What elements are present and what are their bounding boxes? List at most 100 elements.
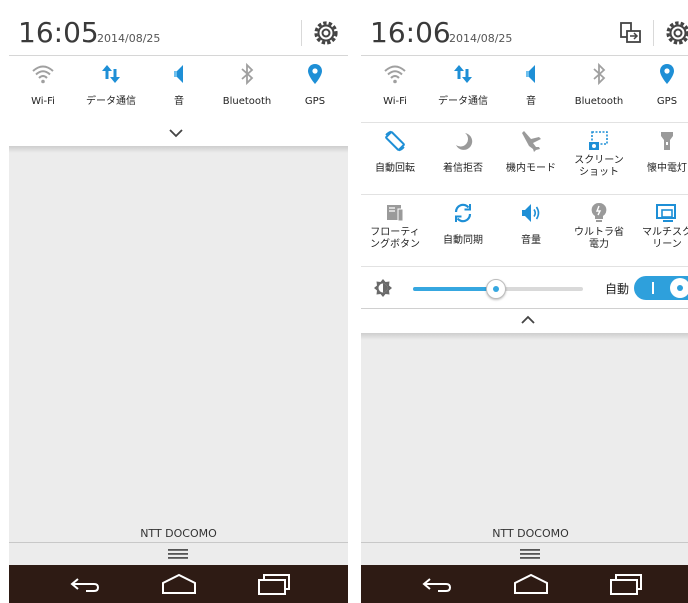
toggle-knob [670,278,688,298]
tile-multi-screen[interactable]: マルチスク リーン [633,195,688,266]
wifi-icon [32,65,54,84]
tile-label: マルチスク リーン [642,227,688,250]
tile-gps[interactable]: GPS [633,56,688,127]
panel-shadow [361,334,688,340]
toggle-row: フローティ ングボタン 自動同期 音量 ウルトラ省 電力 マルチスク リーン [361,195,688,267]
tile-screenshot[interactable]: スクリーン ショット [565,123,633,194]
gps-icon [308,64,322,84]
tile-wifi[interactable]: Wi-Fi [361,56,429,127]
tile-label: 音 [174,96,184,107]
tile-label: フローティ ングボタン [370,227,420,250]
status-header: 16:05 2014/08/25 [9,10,348,56]
quick-settings-grid: Wi-Fi データ通信 音 Bluetooth [361,56,688,269]
toggle-row: Wi-Fi データ通信 音 Bluetooth GPS [361,56,688,123]
tile-label: データ通信 [86,96,136,107]
sound-icon [526,65,535,83]
navigation-bar [9,565,348,603]
tile-sound[interactable]: 音 [145,56,213,127]
tile-label: 懐中電灯 [647,163,687,174]
carrier-label: NTT DOCOMO [140,527,217,540]
tile-data[interactable]: データ通信 [429,56,497,127]
settings-gear-icon[interactable] [312,19,340,47]
tile-wifi[interactable]: Wi-Fi [9,56,77,127]
home-icon[interactable] [510,571,552,597]
power-saving-icon [591,202,607,222]
tile-auto-sync[interactable]: 自動同期 [429,195,497,266]
tile-bluetooth[interactable]: Bluetooth [213,56,281,127]
chevron-up-icon [521,315,535,324]
tile-airplane-mode[interactable]: 機内モード [497,123,565,194]
quick-settings-grid: Wi-Fi データ通信 音 Bluetooth [9,56,348,123]
drag-handle-icon[interactable] [520,548,540,560]
collapse-handle[interactable] [361,309,688,334]
status-header: 16:06 2014/08/25 [361,10,688,56]
tile-label: Wi-Fi [31,96,55,107]
tile-ultra-power-saving[interactable]: ウルトラ省 電力 [565,195,633,266]
tile-label: Bluetooth [222,96,272,107]
tile-label: データ通信 [438,96,488,107]
brightness-slider-fill [413,287,497,291]
date: 2014/08/25 [449,32,513,45]
tile-sound[interactable]: 音 [497,56,565,127]
date: 2014/08/25 [97,32,161,45]
chevron-down-icon [169,129,183,138]
settings-gear-icon[interactable] [664,19,688,47]
toggle-row: 自動回転 着信拒否 機内モード スクリーン ショット 懐中電灯 [361,123,688,195]
divider [9,542,348,543]
tile-bluetooth[interactable]: Bluetooth [565,56,633,127]
tile-label: 自動回転 [375,163,415,174]
brightness-row: 自動 [361,268,688,309]
data-transfer-icon [102,65,120,83]
tile-gps[interactable]: GPS [281,56,348,127]
brightness-slider[interactable] [413,279,583,299]
tile-data[interactable]: データ通信 [77,56,145,127]
tile-label: 機内モード [506,163,556,174]
brightness-slider-thumb[interactable] [486,279,507,299]
back-icon[interactable] [416,571,458,597]
screenshot-icon [589,131,608,150]
tile-label: 音 [526,96,536,107]
sync-icon [454,203,472,223]
tile-label: ウルトラ省 電力 [574,227,624,250]
bluetooth-icon [593,62,606,86]
multi-screen-icon [656,204,676,222]
auto-brightness-label: 自動 [605,282,630,296]
sound-icon [174,65,183,83]
tile-label: スクリーン ショット [574,155,624,178]
recent-apps-icon[interactable] [253,571,295,597]
auto-brightness-toggle[interactable] [634,276,688,300]
tile-label: 自動同期 [443,235,483,246]
screen-rotate-lock-icon[interactable] [616,19,644,47]
brightness-icon [374,279,392,297]
tile-label: GPS [656,96,678,107]
tile-flashlight[interactable]: 懐中電灯 [633,123,688,194]
moon-icon [456,133,473,150]
notification-panel-collapsed: 16:05 2014/08/25 Wi-Fi データ通信 音 Bluetooth… [9,10,348,603]
divider [361,542,688,543]
volume-icon [522,204,540,222]
airplane-icon [522,131,541,152]
home-icon[interactable] [158,571,200,597]
gps-icon [660,64,674,84]
tile-floating-button[interactable]: フローティ ングボタン [361,195,429,266]
notification-panel-expanded: 16:06 2014/08/25 Wi-Fi データ通信 音 Bluetooth… [361,10,688,603]
bluetooth-icon [241,62,254,86]
expand-handle[interactable] [9,122,348,147]
carrier-label: NTT DOCOMO [492,527,569,540]
tile-label: GPS [304,96,326,107]
tile-label: 音量 [521,235,541,246]
wifi-icon [384,65,406,84]
panel-shadow [9,147,348,153]
clock: 16:06 [370,16,451,49]
tile-volume[interactable]: 音量 [497,195,565,266]
tile-block-calls[interactable]: 着信拒否 [429,123,497,194]
tile-label: Wi-Fi [383,96,407,107]
tile-auto-rotate[interactable]: 自動回転 [361,123,429,194]
flashlight-icon [661,132,673,150]
floating-button-icon [387,205,404,222]
recent-apps-icon[interactable] [605,571,647,597]
toggle-on-mark [652,282,654,294]
divider [653,20,654,46]
drag-handle-icon[interactable] [168,548,188,560]
back-icon[interactable] [64,571,106,597]
